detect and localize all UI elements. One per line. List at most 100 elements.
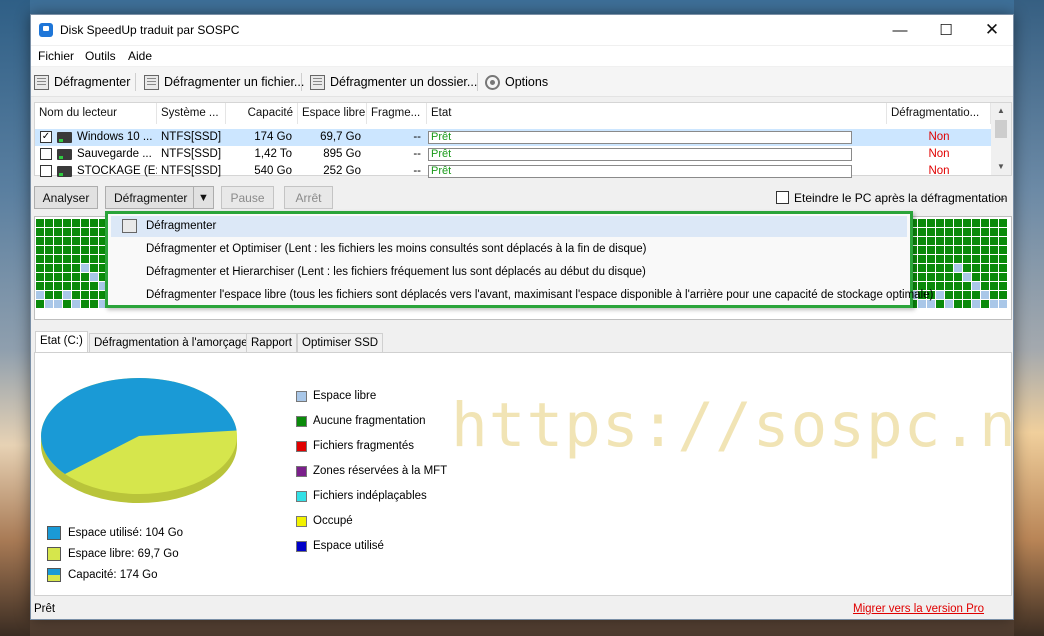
defrag-icon xyxy=(122,219,137,233)
table-row[interactable]: STOCKAGE (E:) NTFS[SSD] 540 Go 252 Go --… xyxy=(35,163,991,180)
cluster-block xyxy=(954,237,962,245)
cluster-block xyxy=(81,282,89,290)
cluster-block xyxy=(936,273,944,281)
toolbar-defrag-folder-button[interactable]: Défragmenter un dossier... xyxy=(310,72,477,92)
drive-checkbox[interactable] xyxy=(40,148,52,160)
cluster-block xyxy=(990,219,998,227)
scroll-up-icon[interactable]: ▲ xyxy=(991,103,1011,119)
minimize-button[interactable]: — xyxy=(877,15,923,45)
cluster-block xyxy=(954,264,962,272)
menu-outils[interactable]: Outils xyxy=(85,49,116,63)
window-title: Disk SpeedUp traduit par SOSPC xyxy=(60,23,240,37)
map-legend-swatch xyxy=(296,441,307,452)
drive-capacity: 1,42 To xyxy=(254,148,292,160)
tab-report[interactable]: Rapport xyxy=(246,333,297,353)
dropdown-arrow-icon[interactable]: ▼ xyxy=(193,187,213,208)
tab-boot-defrag[interactable]: Défragmentation à l'amorçage xyxy=(89,333,253,353)
cluster-block xyxy=(81,228,89,236)
cluster-block xyxy=(90,300,98,308)
cluster-block xyxy=(945,255,953,263)
cluster-block xyxy=(63,246,71,254)
column-header-name[interactable]: Nom du lecteur xyxy=(35,103,157,124)
column-header-filesystem[interactable]: Système ... xyxy=(157,103,226,124)
defrag-icon xyxy=(34,74,49,90)
drive-checkbox[interactable] xyxy=(40,165,52,177)
cluster-block xyxy=(936,255,944,263)
toolbar-defrag-button[interactable]: Défragmenter xyxy=(34,72,130,92)
drive-checkbox[interactable]: ✓ xyxy=(40,131,52,143)
cluster-block xyxy=(999,273,1007,281)
cluster-block xyxy=(54,228,62,236)
analyze-button[interactable]: Analyser xyxy=(34,186,98,209)
cluster-block xyxy=(972,300,980,308)
table-row[interactable]: Sauvegarde ... NTFS[SSD] 1,42 To 895 Go … xyxy=(35,146,991,163)
close-button[interactable]: ✕ xyxy=(969,15,1013,45)
drive-fragmentation: -- xyxy=(413,131,421,143)
scroll-thumb[interactable] xyxy=(995,120,1007,138)
column-header-free-space[interactable]: Espace libre xyxy=(298,103,367,124)
cluster-block xyxy=(36,282,44,290)
cluster-block xyxy=(963,228,971,236)
cluster-block xyxy=(963,282,971,290)
shutdown-checkbox[interactable] xyxy=(776,191,789,204)
cluster-block xyxy=(999,228,1007,236)
column-header-state[interactable]: Etat xyxy=(427,103,887,124)
cluster-block xyxy=(36,255,44,263)
column-header-fragmentation[interactable]: Fragme... xyxy=(367,103,427,124)
cluster-block xyxy=(63,291,71,299)
cluster-block xyxy=(45,219,53,227)
cluster-block xyxy=(972,273,980,281)
map-legend-swatch xyxy=(296,391,307,402)
toolbar-defrag-folder-label: Défragmenter un dossier... xyxy=(330,75,478,89)
cluster-block xyxy=(990,273,998,281)
table-scrollbar[interactable]: ▲ ▼ xyxy=(991,103,1011,175)
column-header-capacity[interactable]: Capacité xyxy=(226,103,298,124)
cluster-block xyxy=(72,264,80,272)
cluster-block xyxy=(981,282,989,290)
dropdown-item-hierarchize[interactable]: Défragmenter et Hierarchiser (Lent : les… xyxy=(111,262,907,283)
tab-ssd[interactable]: Optimiser SSD xyxy=(297,333,384,353)
cluster-block xyxy=(954,228,962,236)
drive-fragmentation: -- xyxy=(413,148,421,160)
toolbar-options-button[interactable]: Options xyxy=(485,72,548,92)
dropdown-item-free-space[interactable]: Défragmenter l'espace libre (tous les fi… xyxy=(111,285,933,306)
upgrade-link[interactable]: Migrer vers la version Pro xyxy=(853,603,984,615)
cluster-block xyxy=(54,237,62,245)
drive-icon xyxy=(57,166,72,177)
cluster-block xyxy=(90,219,98,227)
cluster-block xyxy=(36,219,44,227)
tab-state[interactable]: Etat (C:) xyxy=(35,331,88,353)
toolbar-defrag-file-button[interactable]: Défragmenter un fichier... xyxy=(144,72,304,92)
stop-button[interactable]: Arrêt xyxy=(284,186,333,209)
cluster-block xyxy=(72,291,80,299)
dropdown-item-optimize[interactable]: Défragmenter et Optimiser (Lent : les fi… xyxy=(111,239,907,260)
chevron-down-icon[interactable]: ⌄ xyxy=(997,190,1007,204)
watermark: https://sospc.name xyxy=(451,390,1014,461)
menu-aide[interactable]: Aide xyxy=(128,49,152,63)
defrag-split-button[interactable]: Défragmenter ▼ xyxy=(105,186,214,209)
cluster-block xyxy=(54,282,62,290)
cluster-block xyxy=(45,264,53,272)
drive-table: Nom du lecteur Système ... Capacité Espa… xyxy=(34,102,1012,178)
cluster-block xyxy=(918,237,926,245)
cluster-block xyxy=(981,264,989,272)
cluster-block xyxy=(927,246,935,254)
maximize-button[interactable]: ☐ xyxy=(923,15,969,45)
defrag-dropdown-menu: Défragmenter Défragmenter et Optimiser (… xyxy=(105,211,933,308)
column-header-defrag[interactable]: Défragmentatio... xyxy=(887,103,991,124)
scroll-down-icon[interactable]: ▼ xyxy=(991,159,1011,175)
shutdown-label: Eteindre le PC après la défragmentation xyxy=(794,191,1008,205)
status-bar: Prêt Migrer vers la version Pro xyxy=(31,598,1013,619)
cluster-block xyxy=(945,228,953,236)
legend-free-swatch xyxy=(47,547,61,561)
table-row[interactable]: ✓ Windows 10 ... NTFS[SSD] 174 Go 69,7 G… xyxy=(35,129,991,146)
cluster-block xyxy=(36,264,44,272)
dropdown-item-defrag[interactable]: Défragmenter xyxy=(111,216,907,237)
cluster-block xyxy=(999,264,1007,272)
pause-button[interactable]: Pause xyxy=(221,186,274,209)
cluster-block xyxy=(81,291,89,299)
cluster-block xyxy=(54,291,62,299)
cluster-block xyxy=(936,291,944,299)
cluster-block xyxy=(972,264,980,272)
menu-fichier[interactable]: Fichier xyxy=(38,49,74,63)
